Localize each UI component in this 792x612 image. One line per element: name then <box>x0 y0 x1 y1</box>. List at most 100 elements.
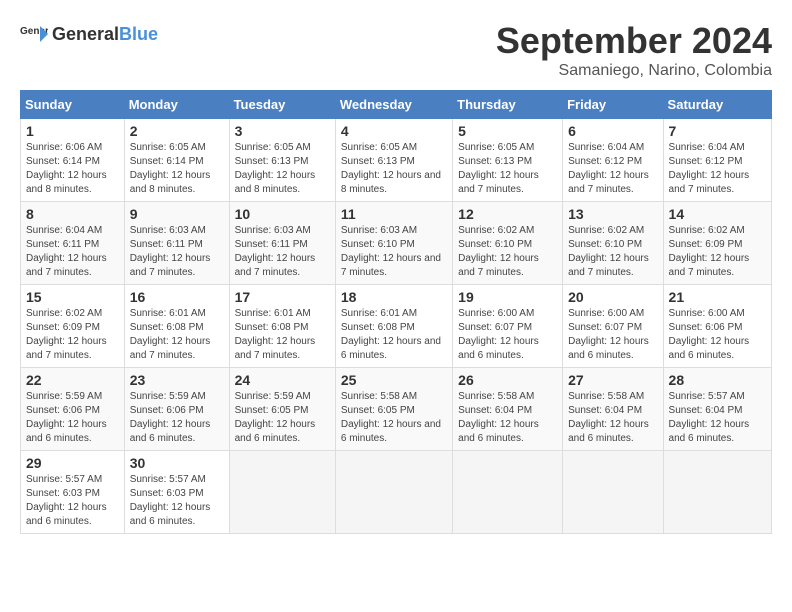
column-header-sunday: Sunday <box>21 91 125 119</box>
day-cell: 27Sunrise: 5:58 AMSunset: 6:04 PMDayligh… <box>563 368 663 451</box>
day-number: 22 <box>26 372 119 388</box>
day-number: 3 <box>235 123 330 139</box>
day-info: Sunrise: 6:05 AMSunset: 6:13 PMDaylight:… <box>458 141 557 197</box>
day-number: 16 <box>130 289 224 305</box>
day-info: Sunrise: 5:59 AMSunset: 6:06 PMDaylight:… <box>130 390 224 446</box>
column-header-tuesday: Tuesday <box>229 91 335 119</box>
day-info: Sunrise: 6:04 AMSunset: 6:12 PMDaylight:… <box>669 141 766 197</box>
day-cell: 25Sunrise: 5:58 AMSunset: 6:05 PMDayligh… <box>335 368 452 451</box>
day-info: Sunrise: 6:00 AMSunset: 6:07 PMDaylight:… <box>568 307 657 363</box>
day-info: Sunrise: 6:00 AMSunset: 6:07 PMDaylight:… <box>458 307 557 363</box>
day-number: 6 <box>568 123 657 139</box>
column-header-friday: Friday <box>563 91 663 119</box>
day-cell <box>663 451 771 534</box>
day-cell: 1Sunrise: 6:06 AMSunset: 6:14 PMDaylight… <box>21 119 125 202</box>
day-cell: 8 Sunrise: 6:04 AMSunset: 6:11 PMDaylight… <box>21 202 125 285</box>
week-row-4: 22 Sunrise: 5:59 AMSunset: 6:06 PMDayligh… <box>21 368 772 451</box>
day-number: 9 <box>130 206 224 222</box>
day-info: Sunrise: 6:00 AMSunset: 6:06 PMDaylight:… <box>669 307 766 363</box>
day-cell: 28 Sunrise: 5:57 AMSunset: 6:04 PMDayligh… <box>663 368 771 451</box>
subtitle: Samaniego, Narino, Colombia <box>496 62 772 80</box>
day-info: Sunrise: 6:05 AMSunset: 6:13 PMDaylight:… <box>235 141 330 197</box>
day-cell <box>453 451 563 534</box>
day-cell: 4 Sunrise: 6:05 AMSunset: 6:13 PMDaylight… <box>335 119 452 202</box>
day-info: Sunrise: 6:04 AMSunset: 6:12 PMDaylight:… <box>568 141 657 197</box>
day-cell <box>229 451 335 534</box>
day-number: 11 <box>341 206 447 222</box>
day-info: Sunrise: 6:01 AMSunset: 6:08 PMDaylight:… <box>341 307 447 363</box>
day-cell: 10 Sunrise: 6:03 AMSunset: 6:11 PMDayligh… <box>229 202 335 285</box>
day-info: Sunrise: 6:02 AMSunset: 6:09 PMDaylight:… <box>669 224 766 280</box>
week-row-5: 29 Sunrise: 5:57 AMSunset: 6:03 PMDayligh… <box>21 451 772 534</box>
day-number: 28 <box>669 372 766 388</box>
day-cell: 13 Sunrise: 6:02 AMSunset: 6:10 PMDayligh… <box>563 202 663 285</box>
day-info: Sunrise: 6:03 AMSunset: 6:11 PMDaylight:… <box>235 224 330 280</box>
day-info: Sunrise: 6:03 AMSunset: 6:10 PMDaylight:… <box>341 224 447 280</box>
week-row-3: 15Sunrise: 6:02 AMSunset: 6:09 PMDayligh… <box>21 285 772 368</box>
logo-general: General <box>52 24 119 44</box>
day-info: Sunrise: 6:02 AMSunset: 6:09 PMDaylight:… <box>26 307 119 363</box>
day-cell <box>335 451 452 534</box>
logo-blue: Blue <box>119 24 158 44</box>
day-info: Sunrise: 6:02 AMSunset: 6:10 PMDaylight:… <box>568 224 657 280</box>
day-number: 21 <box>669 289 766 305</box>
day-info: Sunrise: 6:06 AMSunset: 6:14 PMDaylight:… <box>26 141 119 197</box>
day-cell: 6 Sunrise: 6:04 AMSunset: 6:12 PMDaylight… <box>563 119 663 202</box>
day-cell: 3 Sunrise: 6:05 AMSunset: 6:13 PMDaylight… <box>229 119 335 202</box>
day-info: Sunrise: 6:03 AMSunset: 6:11 PMDaylight:… <box>130 224 224 280</box>
day-cell: 30 Sunrise: 5:57 AMSunset: 6:03 PMDayligh… <box>124 451 229 534</box>
day-cell: 14 Sunrise: 6:02 AMSunset: 6:09 PMDayligh… <box>663 202 771 285</box>
column-header-thursday: Thursday <box>453 91 563 119</box>
day-cell: 26Sunrise: 5:58 AMSunset: 6:04 PMDayligh… <box>453 368 563 451</box>
day-number: 14 <box>669 206 766 222</box>
day-cell: 16 Sunrise: 6:01 AMSunset: 6:08 PMDayligh… <box>124 285 229 368</box>
header: General GeneralBlue September 2024 Saman… <box>20 20 772 80</box>
day-info: Sunrise: 5:57 AMSunset: 6:03 PMDaylight:… <box>26 473 119 529</box>
day-number: 7 <box>669 123 766 139</box>
day-number: 30 <box>130 455 224 471</box>
day-number: 23 <box>130 372 224 388</box>
title-area: September 2024 Samaniego, Narino, Colomb… <box>496 20 772 80</box>
day-cell: 7 Sunrise: 6:04 AMSunset: 6:12 PMDaylight… <box>663 119 771 202</box>
day-number: 5 <box>458 123 557 139</box>
day-cell: 17 Sunrise: 6:01 AMSunset: 6:08 PMDayligh… <box>229 285 335 368</box>
day-number: 13 <box>568 206 657 222</box>
day-number: 17 <box>235 289 330 305</box>
day-cell: 5 Sunrise: 6:05 AMSunset: 6:13 PMDaylight… <box>453 119 563 202</box>
day-number: 27 <box>568 372 657 388</box>
column-header-monday: Monday <box>124 91 229 119</box>
day-number: 10 <box>235 206 330 222</box>
day-number: 4 <box>341 123 447 139</box>
day-cell: 23 Sunrise: 5:59 AMSunset: 6:06 PMDayligh… <box>124 368 229 451</box>
day-info: Sunrise: 5:58 AMSunset: 6:05 PMDaylight:… <box>341 390 447 446</box>
day-number: 12 <box>458 206 557 222</box>
day-cell: 19 Sunrise: 6:00 AMSunset: 6:07 PMDayligh… <box>453 285 563 368</box>
day-number: 2 <box>130 123 224 139</box>
day-cell: 15Sunrise: 6:02 AMSunset: 6:09 PMDayligh… <box>21 285 125 368</box>
day-number: 19 <box>458 289 557 305</box>
day-info: Sunrise: 6:01 AMSunset: 6:08 PMDaylight:… <box>235 307 330 363</box>
day-cell: 21 Sunrise: 6:00 AMSunset: 6:06 PMDayligh… <box>663 285 771 368</box>
week-row-1: 1Sunrise: 6:06 AMSunset: 6:14 PMDaylight… <box>21 119 772 202</box>
logo: General GeneralBlue <box>20 20 158 48</box>
day-number: 8 <box>26 206 119 222</box>
day-cell: 2 Sunrise: 6:05 AMSunset: 6:14 PMDaylight… <box>124 119 229 202</box>
day-cell: 18 Sunrise: 6:01 AMSunset: 6:08 PMDayligh… <box>335 285 452 368</box>
day-number: 29 <box>26 455 119 471</box>
main-title: September 2024 <box>496 20 772 62</box>
day-info: Sunrise: 6:02 AMSunset: 6:10 PMDaylight:… <box>458 224 557 280</box>
day-info: Sunrise: 6:05 AMSunset: 6:13 PMDaylight:… <box>341 141 447 197</box>
day-number: 18 <box>341 289 447 305</box>
day-info: Sunrise: 6:04 AMSunset: 6:11 PMDaylight:… <box>26 224 119 280</box>
day-info: Sunrise: 6:05 AMSunset: 6:14 PMDaylight:… <box>130 141 224 197</box>
day-info: Sunrise: 6:01 AMSunset: 6:08 PMDaylight:… <box>130 307 224 363</box>
logo-icon: General <box>20 20 48 48</box>
day-cell <box>563 451 663 534</box>
day-number: 24 <box>235 372 330 388</box>
day-info: Sunrise: 5:57 AMSunset: 6:04 PMDaylight:… <box>669 390 766 446</box>
day-info: Sunrise: 5:59 AMSunset: 6:05 PMDaylight:… <box>235 390 330 446</box>
day-info: Sunrise: 5:57 AMSunset: 6:03 PMDaylight:… <box>130 473 224 529</box>
day-cell: 29 Sunrise: 5:57 AMSunset: 6:03 PMDayligh… <box>21 451 125 534</box>
column-header-saturday: Saturday <box>663 91 771 119</box>
column-header-wednesday: Wednesday <box>335 91 452 119</box>
